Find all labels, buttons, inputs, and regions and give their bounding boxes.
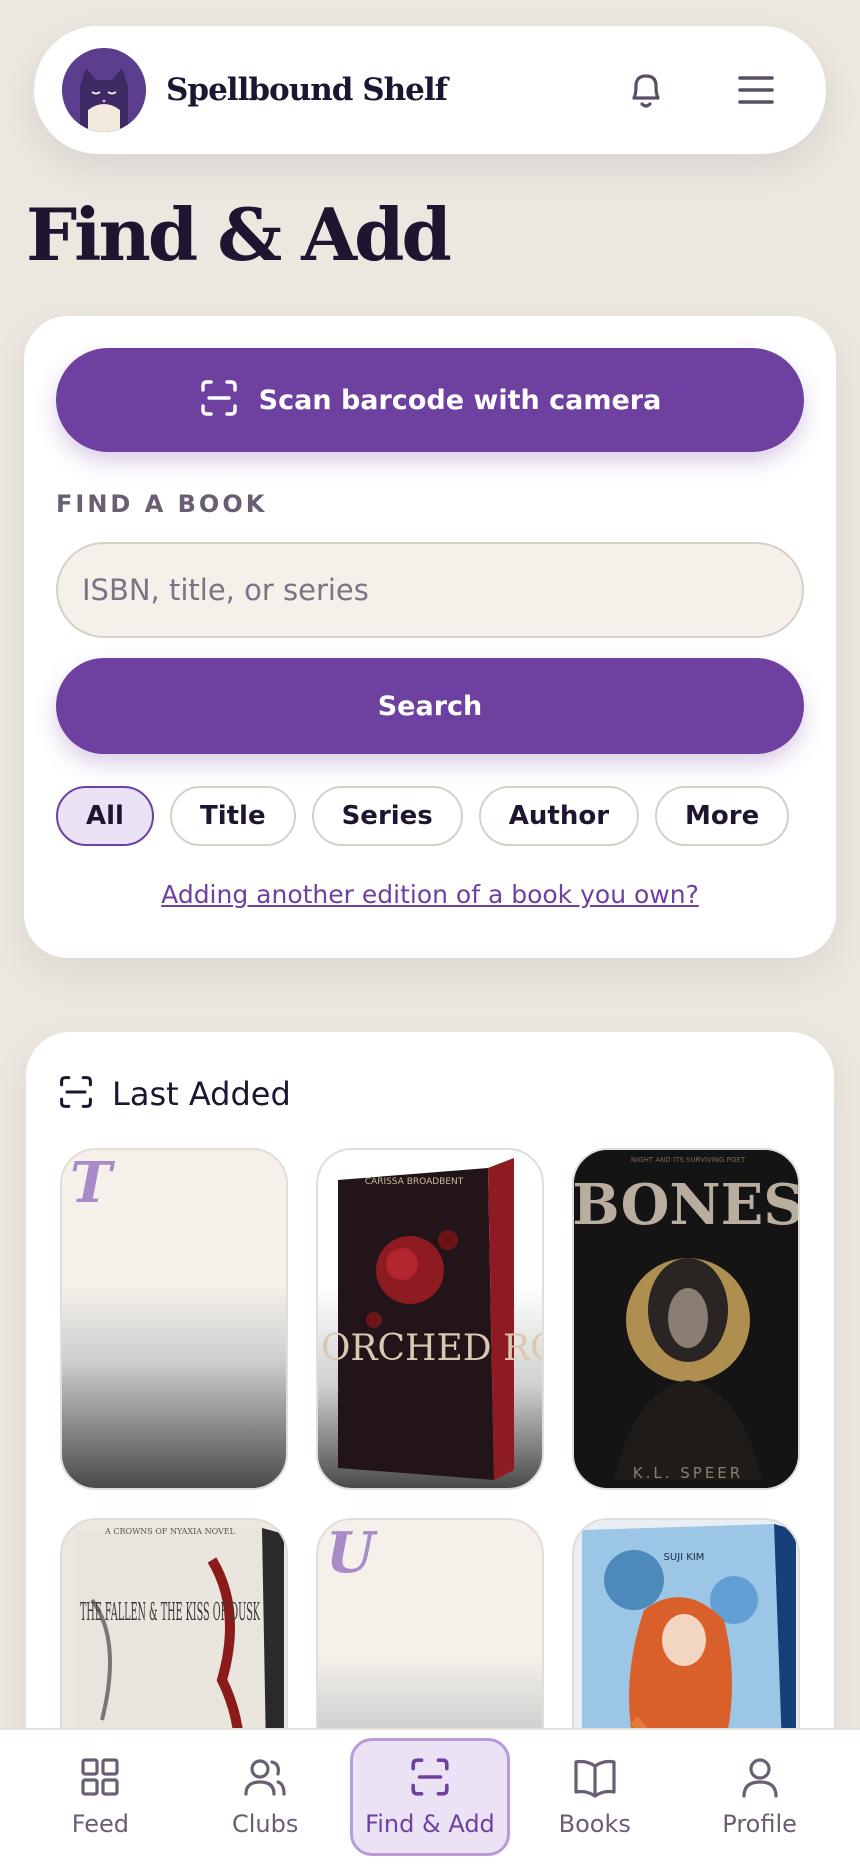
book-tile[interactable]: NIGHT AND ITS SURVIVING POET BONES K.L. … [572, 1148, 800, 1490]
find-book-card: Scan barcode with camera FIND A BOOK Sea… [24, 316, 836, 958]
user-icon [739, 1756, 781, 1804]
filter-chips: All Title Series Author More [56, 786, 790, 846]
book-cover-word: SIX SCORCHED ROSES [318, 1328, 544, 1369]
book-cover-top-line: NIGHT AND ITS SURVIVING POET [631, 1156, 746, 1164]
brand-name: Spellbound Shelf [166, 72, 448, 108]
scan-icon [409, 1756, 451, 1804]
grid-icon [79, 1756, 121, 1804]
book-initial: U [326, 1520, 375, 1586]
book-cover-title: BONES [574, 1172, 800, 1238]
book-cover-author: CARISSA BROADBENT [365, 1177, 464, 1187]
nav-label-clubs: Clubs [232, 1810, 299, 1838]
book-initial: T [70, 1150, 112, 1216]
nav-label-books: Books [558, 1810, 631, 1838]
last-added-header: Last Added [58, 1074, 291, 1114]
book-cover-title: THE FALLEN & THE KISS OF DUSK [80, 1598, 260, 1626]
last-added-title: Last Added [112, 1075, 291, 1113]
search-button[interactable]: Search [56, 658, 804, 754]
top-bar: Spellbound Shelf [34, 26, 826, 154]
book-open-icon [572, 1756, 618, 1804]
filter-chip-series[interactable]: Series [311, 786, 463, 846]
nav-item-books[interactable]: Books [515, 1738, 675, 1856]
bell-icon[interactable] [618, 62, 674, 118]
book-tile[interactable]: SIX SCORCHED ROSES CARISSA BROADBENT [316, 1148, 544, 1490]
nav-label-feed: Feed [71, 1810, 130, 1838]
book-tile[interactable]: T [60, 1148, 288, 1490]
scan-button-label: Scan barcode with camera [258, 384, 662, 416]
bottom-nav: Feed Clubs Find & Add Books Profile [0, 1728, 860, 1864]
nav-item-profile[interactable]: Profile [680, 1738, 840, 1856]
find-section-label: FIND A BOOK [56, 490, 268, 518]
filter-chip-title[interactable]: Title [169, 786, 296, 846]
filter-chip-author[interactable]: Author [478, 786, 640, 846]
nav-item-clubs[interactable]: Clubs [185, 1738, 345, 1856]
book-cover-author: SUJI KIM [664, 1552, 705, 1563]
book-cover-top-line: A CROWNS OF NYAXIA NOVEL [104, 1527, 236, 1536]
search-input[interactable] [56, 542, 804, 638]
users-icon [242, 1756, 288, 1804]
nav-label-profile: Profile [722, 1810, 797, 1838]
scan-barcode-button[interactable]: Scan barcode with camera [56, 348, 804, 452]
filter-chip-all[interactable]: All [56, 786, 154, 846]
page-title: Find & Add [26, 192, 452, 277]
book-cover-six-scorched-roses: SIX SCORCHED ROSES CARISSA BROADBENT [318, 1158, 544, 1480]
filter-chip-more[interactable]: More [655, 786, 790, 846]
nav-item-find-add[interactable]: Find & Add [349, 1738, 510, 1856]
nav-item-feed[interactable]: Feed [20, 1738, 180, 1856]
book-cover-author: K.L. SPEER [633, 1464, 743, 1482]
scan-icon [199, 378, 239, 422]
scan-icon [58, 1074, 94, 1114]
another-edition-link[interactable]: Adding another edition of a book you own… [24, 880, 836, 909]
menu-icon[interactable] [728, 62, 784, 118]
cat-logo[interactable] [62, 48, 146, 132]
book-cover-bones: NIGHT AND ITS SURVIVING POET BONES K.L. … [574, 1150, 800, 1488]
nav-label-find-add: Find & Add [365, 1810, 495, 1838]
